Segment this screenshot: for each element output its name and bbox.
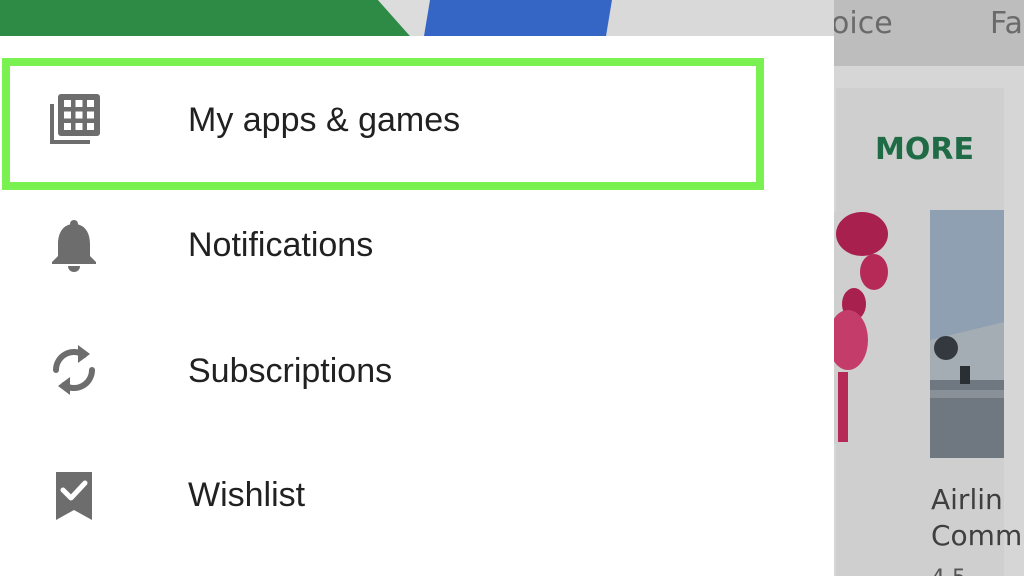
menu-item-subscriptions[interactable]: Subscriptions (0, 310, 834, 434)
tab-family[interactable]: Fa (990, 6, 1023, 41)
more-button[interactable]: MORE (875, 132, 974, 167)
app-card-title: Airlin Comm (931, 483, 1023, 552)
navigation-drawer: My apps & games Notifications Subscripti… (0, 0, 834, 576)
menu-item-label: Subscriptions (188, 352, 393, 390)
app-thumbnail-airline[interactable] (930, 210, 1004, 458)
bell-icon (46, 218, 102, 274)
menu-item-label: Notifications (188, 226, 374, 264)
highlight-box (2, 58, 764, 190)
menu-item-wishlist[interactable]: Wishlist (0, 434, 834, 558)
menu-item-notifications[interactable]: Notifications (0, 184, 834, 308)
app-thumbnail-game[interactable] (834, 212, 890, 444)
menu-item-label: Wishlist (188, 476, 306, 514)
app-card-rating: 4.5 (931, 566, 966, 576)
drawer-header-banner (0, 0, 834, 36)
sync-icon (46, 342, 102, 398)
bookmark-check-icon (46, 468, 102, 524)
